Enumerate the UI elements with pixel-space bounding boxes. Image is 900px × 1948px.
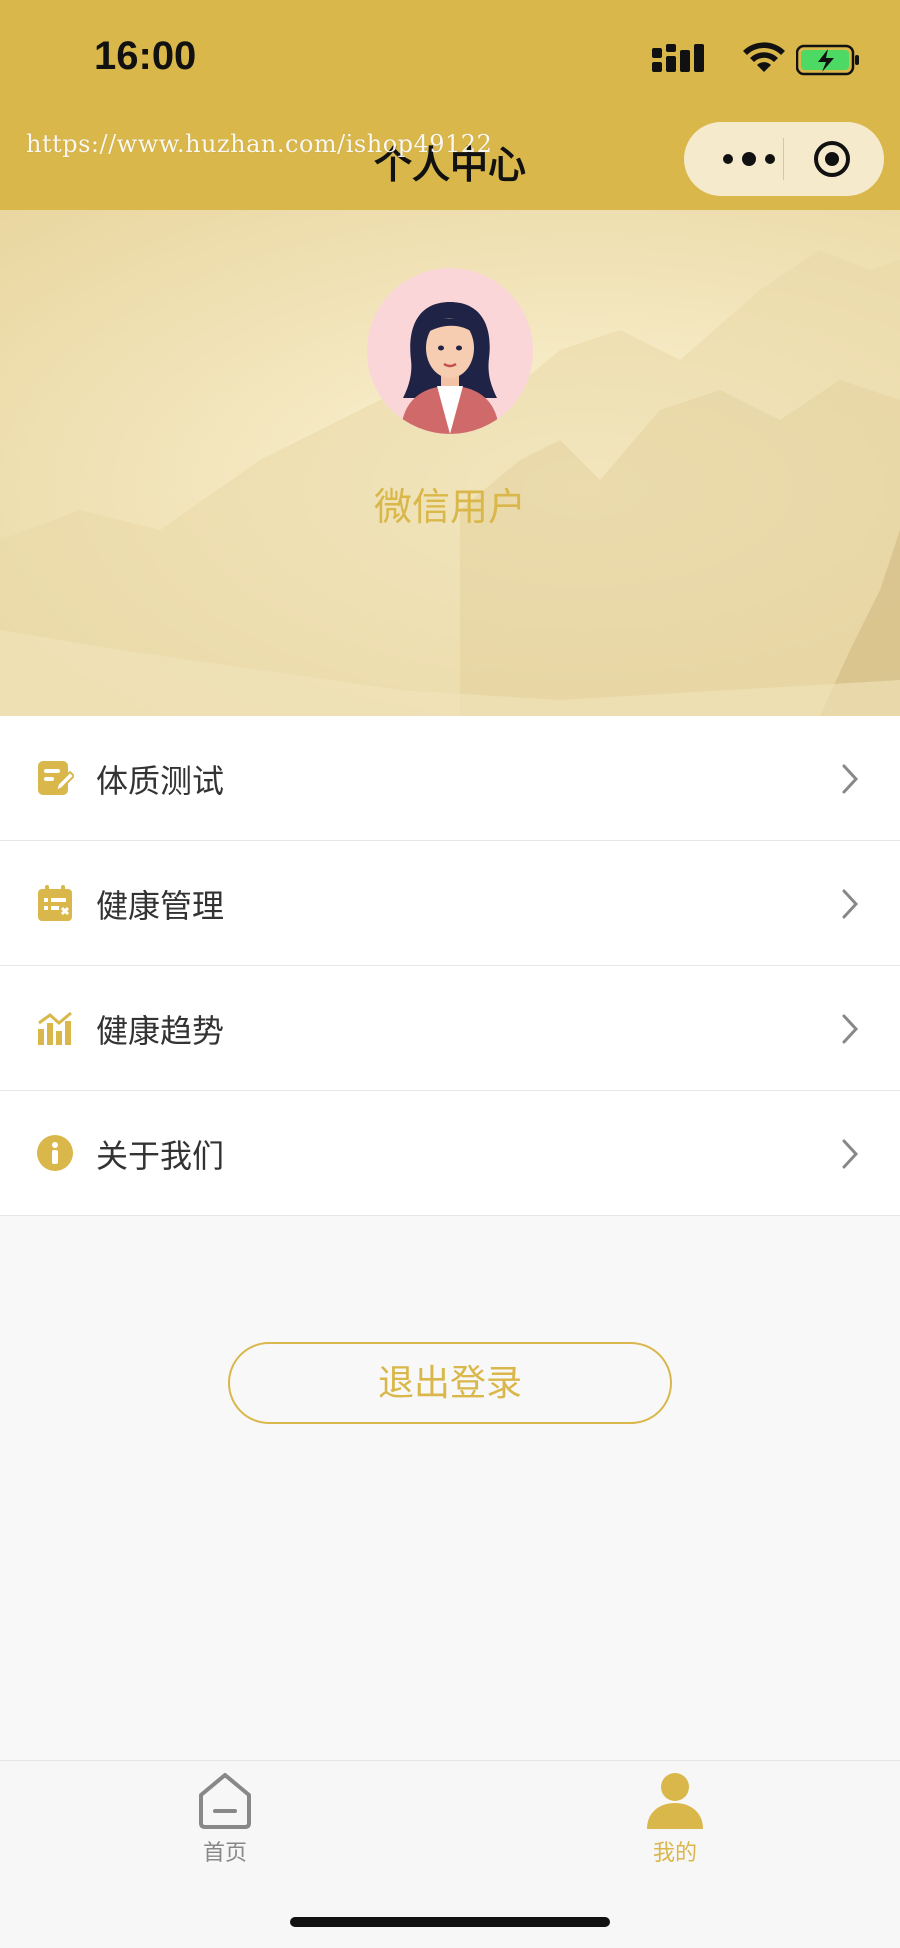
wifi-icon	[743, 42, 785, 72]
tab-mine[interactable]: 我的	[575, 1771, 775, 1871]
bar-trend-icon	[38, 1011, 72, 1045]
capsule-divider	[783, 138, 784, 180]
menu-item-label: 体质测试	[96, 762, 225, 800]
menu-item-label: 健康管理	[96, 887, 225, 925]
username: 微信用户	[373, 485, 526, 529]
avatar[interactable]	[367, 268, 533, 434]
menu-item-health-trend[interactable]: 健康趋势	[0, 966, 900, 1091]
chevron-right-icon	[842, 889, 859, 919]
tab-label: 首页	[202, 1841, 247, 1866]
status-time: 16:00	[94, 34, 197, 78]
profile-banner: 微信用户	[0, 210, 900, 716]
header-bar: 16:00 个人中心 https://www.huzhan.com/ishop4…	[0, 0, 900, 210]
url-watermark: https://www.huzhan.com/ishop49122	[26, 130, 493, 158]
battery-icon	[796, 44, 859, 76]
more-icon[interactable]	[714, 144, 784, 174]
menu-item-label: 关于我们	[96, 1137, 225, 1175]
avatar-illustration	[367, 268, 533, 434]
miniprogram-capsule	[684, 122, 884, 196]
signal-icon	[652, 44, 704, 72]
menu-item-label: 健康趋势	[96, 1012, 225, 1050]
close-miniprogram-icon[interactable]	[812, 139, 852, 179]
chevron-right-icon	[842, 1139, 859, 1169]
status-icons	[652, 42, 859, 78]
menu-list: 体质测试 健康管理 健康趋势 关于我们	[0, 716, 900, 1216]
logout-button[interactable]: 退出登录	[228, 1342, 672, 1424]
tab-home[interactable]: 首页	[125, 1771, 325, 1871]
clipboard-icon	[38, 885, 72, 921]
home-icon	[199, 1773, 251, 1829]
info-icon	[37, 1135, 73, 1171]
menu-item-health-management[interactable]: 健康管理	[0, 841, 900, 966]
tab-label: 我的	[652, 1841, 697, 1866]
menu-item-constitution-test[interactable]: 体质测试	[0, 716, 900, 841]
chevron-right-icon	[842, 1014, 859, 1044]
home-indicator	[290, 1917, 610, 1927]
edit-document-icon	[38, 761, 74, 795]
chevron-right-icon	[842, 764, 859, 794]
menu-item-about-us[interactable]: 关于我们	[0, 1091, 900, 1216]
user-icon	[647, 1773, 703, 1829]
